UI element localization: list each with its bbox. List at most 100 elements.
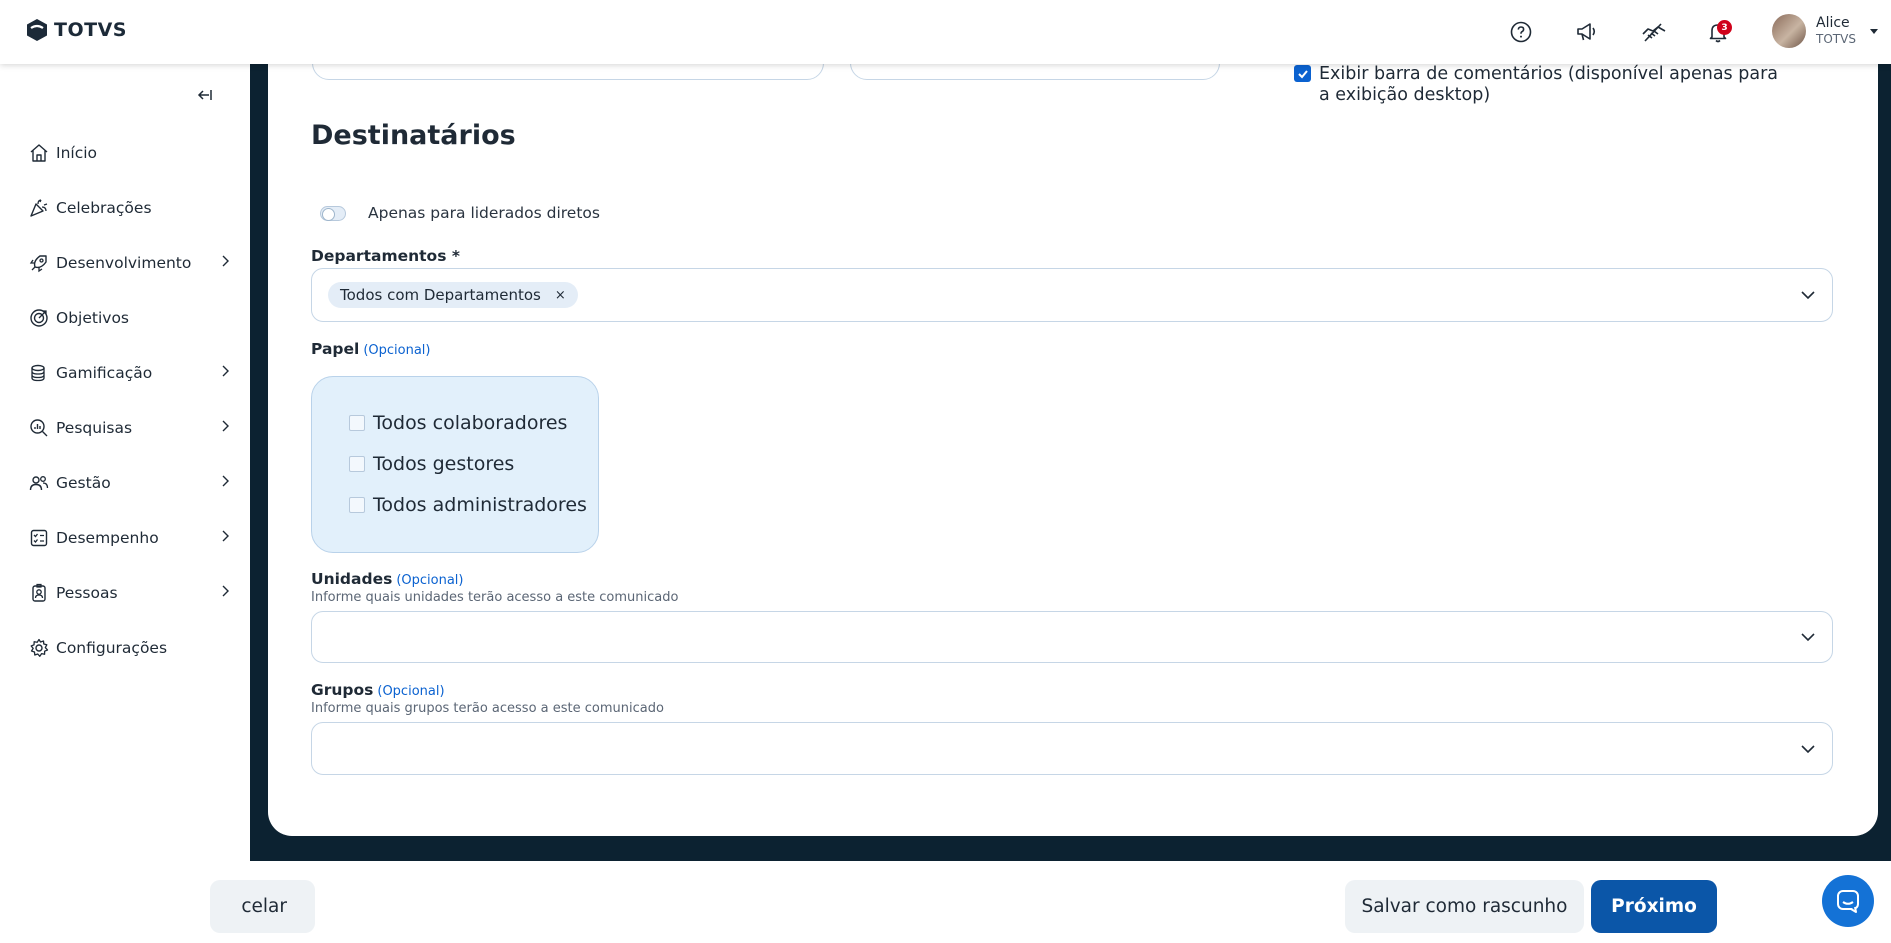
sidebar-item-label: Desenvolvimento	[56, 253, 192, 272]
chevron-down-icon	[1801, 633, 1815, 642]
sidebar-item-desenvolvimento[interactable]: Desenvolvimento	[28, 235, 229, 290]
units-select[interactable]	[311, 611, 1833, 663]
cancel-button[interactable]: celar	[210, 880, 315, 933]
chevron-down-icon	[1801, 744, 1815, 753]
handshake-icon	[1642, 23, 1666, 42]
megaphone-icon	[1577, 23, 1596, 41]
direct-reports-toggle[interactable]	[320, 205, 346, 221]
totvs-logo-icon	[27, 19, 47, 41]
chevron-down-icon	[1801, 291, 1815, 300]
user-org: TOTVS	[1816, 32, 1856, 46]
party-icon	[30, 198, 48, 217]
role-optional: (Opcional)	[363, 343, 431, 358]
chat-icon	[1837, 890, 1859, 913]
sidebar-item-label: Pessoas	[56, 583, 118, 602]
groups-label-text: Grupos	[311, 681, 374, 699]
top-bar: TOTVS 3 Alice TOTVS	[0, 0, 1891, 64]
role-checkbox[interactable]	[349, 415, 365, 431]
departments-label: Departamentos *	[311, 247, 460, 265]
save-draft-button[interactable]: Salvar como rascunho	[1345, 880, 1584, 933]
role-checkbox[interactable]	[349, 456, 365, 472]
departments-label-text: Departamentos *	[311, 247, 460, 265]
chevron-right-icon	[222, 255, 229, 267]
sidebar-item-label: Pesquisas	[56, 418, 133, 437]
sidebar-item-label: Objetivos	[56, 308, 129, 327]
department-chip: Todos com Departamentos ×	[328, 282, 578, 308]
recognition-button[interactable]	[1638, 16, 1670, 48]
section-title: Destinatários	[311, 120, 516, 151]
groups-select[interactable]	[311, 722, 1833, 775]
announcements-button[interactable]	[1571, 16, 1603, 48]
role-option-label: Todos gestores	[373, 453, 515, 475]
main-area: Exibir barra de comentários (disponível …	[250, 46, 1891, 861]
units-label: Unidades (Opcional)	[311, 570, 464, 588]
sidebar-item-label: Gestão	[56, 473, 111, 492]
sidebar-item-label: Celebrações	[56, 198, 152, 217]
department-chip-label: Todos com Departamentos	[340, 286, 541, 304]
chevron-right-icon	[222, 530, 229, 542]
departments-select[interactable]: Todos com Departamentos ×	[311, 268, 1833, 322]
role-option-collaborators[interactable]: Todos colaboradores	[349, 412, 567, 434]
role-option-managers[interactable]: Todos gestores	[349, 453, 514, 475]
sidebar-item-label: Desempenho	[56, 528, 159, 547]
chip-remove-icon[interactable]: ×	[555, 288, 566, 303]
sidebar-item-desempenho[interactable]: Desempenho	[28, 510, 229, 565]
direct-reports-option: Apenas para liderados diretos	[320, 204, 600, 222]
next-button[interactable]: Próximo	[1591, 880, 1717, 933]
role-label: Papel (Opcional)	[311, 340, 431, 358]
chevron-right-icon	[222, 475, 229, 487]
direct-reports-label: Apenas para liderados diretos	[368, 204, 600, 222]
groups-label: Grupos (Opcional)	[311, 681, 445, 699]
units-label-text: Unidades	[311, 570, 393, 588]
help-button[interactable]	[1505, 16, 1537, 48]
sidebar-item-inicio[interactable]: Início	[28, 125, 228, 180]
check-icon	[1297, 69, 1308, 78]
role-option-label: Todos administradores	[373, 494, 587, 516]
gear-icon	[30, 638, 49, 657]
checklist-icon	[30, 529, 48, 546]
sidebar-item-gamificacao[interactable]: Gamificação	[28, 345, 229, 400]
sidebar-item-label: Início	[56, 143, 98, 162]
sidebar-item-gestao[interactable]: Gestão	[28, 455, 229, 510]
comments-bar-checkbox[interactable]	[1294, 65, 1311, 82]
user-menu[interactable]: Alice TOTVS	[1772, 14, 1878, 48]
notifications-badge: 3	[1717, 20, 1732, 35]
collapse-sidebar-icon[interactable]	[194, 84, 216, 106]
people-icon	[29, 475, 49, 490]
sidebar-item-pesquisas[interactable]: Pesquisas	[28, 400, 229, 455]
sidebar-nav: Início Celebrações Desenvolvimento Objet…	[28, 125, 229, 675]
logo-text: TOTVS	[54, 19, 127, 41]
totvs-logo[interactable]: TOTVS	[26, 18, 127, 42]
chevron-right-icon	[222, 420, 229, 432]
sidebar-item-label: Gamificação	[56, 363, 153, 382]
recipients-card: Exibir barra de comentários (disponível …	[268, 46, 1878, 836]
sidebar-item-pessoas[interactable]: Pessoas	[28, 565, 229, 620]
sidebar-item-celebracoes[interactable]: Celebrações	[28, 180, 228, 235]
role-checkbox[interactable]	[349, 497, 365, 513]
role-option-admins[interactable]: Todos administradores	[349, 494, 587, 516]
target-icon	[30, 308, 48, 327]
role-options-box: Todos colaboradores Todos gestores Todos…	[311, 376, 599, 553]
sidebar-item-configuracoes[interactable]: Configurações	[28, 620, 228, 675]
role-label-text: Papel	[311, 340, 360, 358]
comments-bar-label: Exibir barra de comentários (disponível …	[1319, 64, 1778, 105]
role-option-label: Todos colaboradores	[373, 412, 568, 434]
units-optional: (Opcional)	[396, 573, 464, 588]
rocket-icon	[29, 254, 47, 272]
home-icon	[30, 143, 48, 162]
help-icon	[1510, 21, 1532, 43]
avatar	[1772, 14, 1806, 48]
groups-optional: (Opcional)	[377, 684, 445, 699]
units-help: Informe quais unidades terão acesso a es…	[311, 590, 679, 605]
badge-icon	[32, 583, 46, 602]
notifications-button[interactable]: 3	[1702, 16, 1734, 48]
sidebar-item-label: Configurações	[56, 638, 168, 657]
chevron-right-icon	[222, 365, 229, 377]
comments-bar-option: Exibir barra de comentários (disponível …	[1294, 64, 1794, 106]
chevron-right-icon	[222, 585, 229, 597]
user-name: Alice	[1816, 15, 1850, 31]
survey-icon	[30, 418, 48, 436]
sidebar-item-objetivos[interactable]: Objetivos	[28, 290, 228, 345]
footer-actions: celar Salvar como rascunho Próximo	[210, 861, 1891, 943]
chat-button[interactable]	[1822, 875, 1874, 927]
